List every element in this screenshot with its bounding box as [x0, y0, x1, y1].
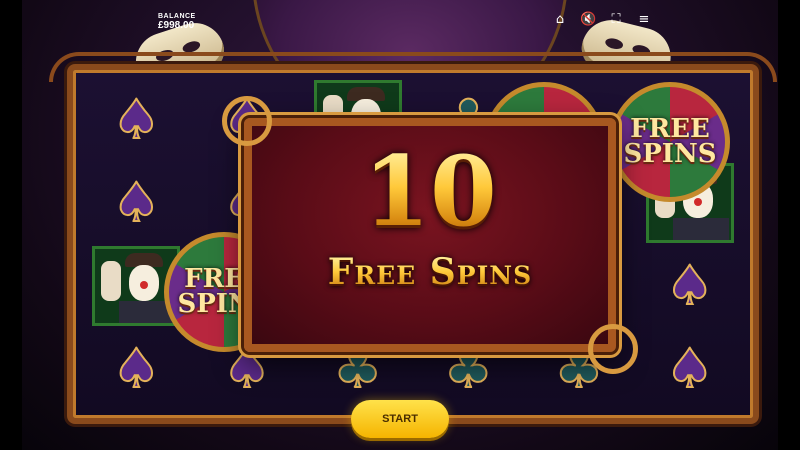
- fullscreen-icon[interactable]: ⛶: [608, 12, 624, 28]
- reel-cell: ♠: [81, 327, 192, 410]
- free-spins-count: 10: [252, 144, 608, 240]
- free-spins-symbol-top-right: FREE SPINS: [610, 82, 730, 202]
- free-spins-award-modal: 10 Free Spins: [222, 96, 638, 374]
- reel-cell: ♠: [81, 78, 192, 161]
- spade-symbol-icon: ♠: [111, 336, 161, 400]
- balance-value: £998.00: [158, 20, 195, 31]
- spade-symbol-icon: ♠: [111, 87, 161, 151]
- balance-label: BALANCE: [158, 13, 196, 20]
- sound-off-icon[interactable]: 🔇: [580, 12, 596, 28]
- balance-display: BALANCE £998.00: [158, 13, 196, 31]
- top-toolbar: ⌂ 🔇 ⛶ ≡: [552, 12, 652, 28]
- spade-symbol-icon: ♠: [111, 170, 161, 234]
- home-icon[interactable]: ⌂: [552, 12, 568, 28]
- reel-cell: ♠: [634, 244, 745, 327]
- spade-symbol-icon: ♠: [664, 253, 714, 317]
- reel-cell: ♠: [81, 161, 192, 244]
- letterbox-right: [778, 0, 800, 450]
- free-spins-label: Free Spins: [252, 254, 608, 290]
- menu-icon[interactable]: ≡: [636, 12, 652, 28]
- reel-cell: ♠: [634, 327, 745, 410]
- letterbox-left: [0, 0, 22, 450]
- game-stage: ♠♠♣♠♠♣♠♠♣♣♣♠♠♠♣♣♣♠ FREESPINS FREESPINS F…: [22, 0, 778, 450]
- start-button[interactable]: START: [351, 400, 449, 438]
- spade-symbol-icon: ♠: [664, 336, 714, 400]
